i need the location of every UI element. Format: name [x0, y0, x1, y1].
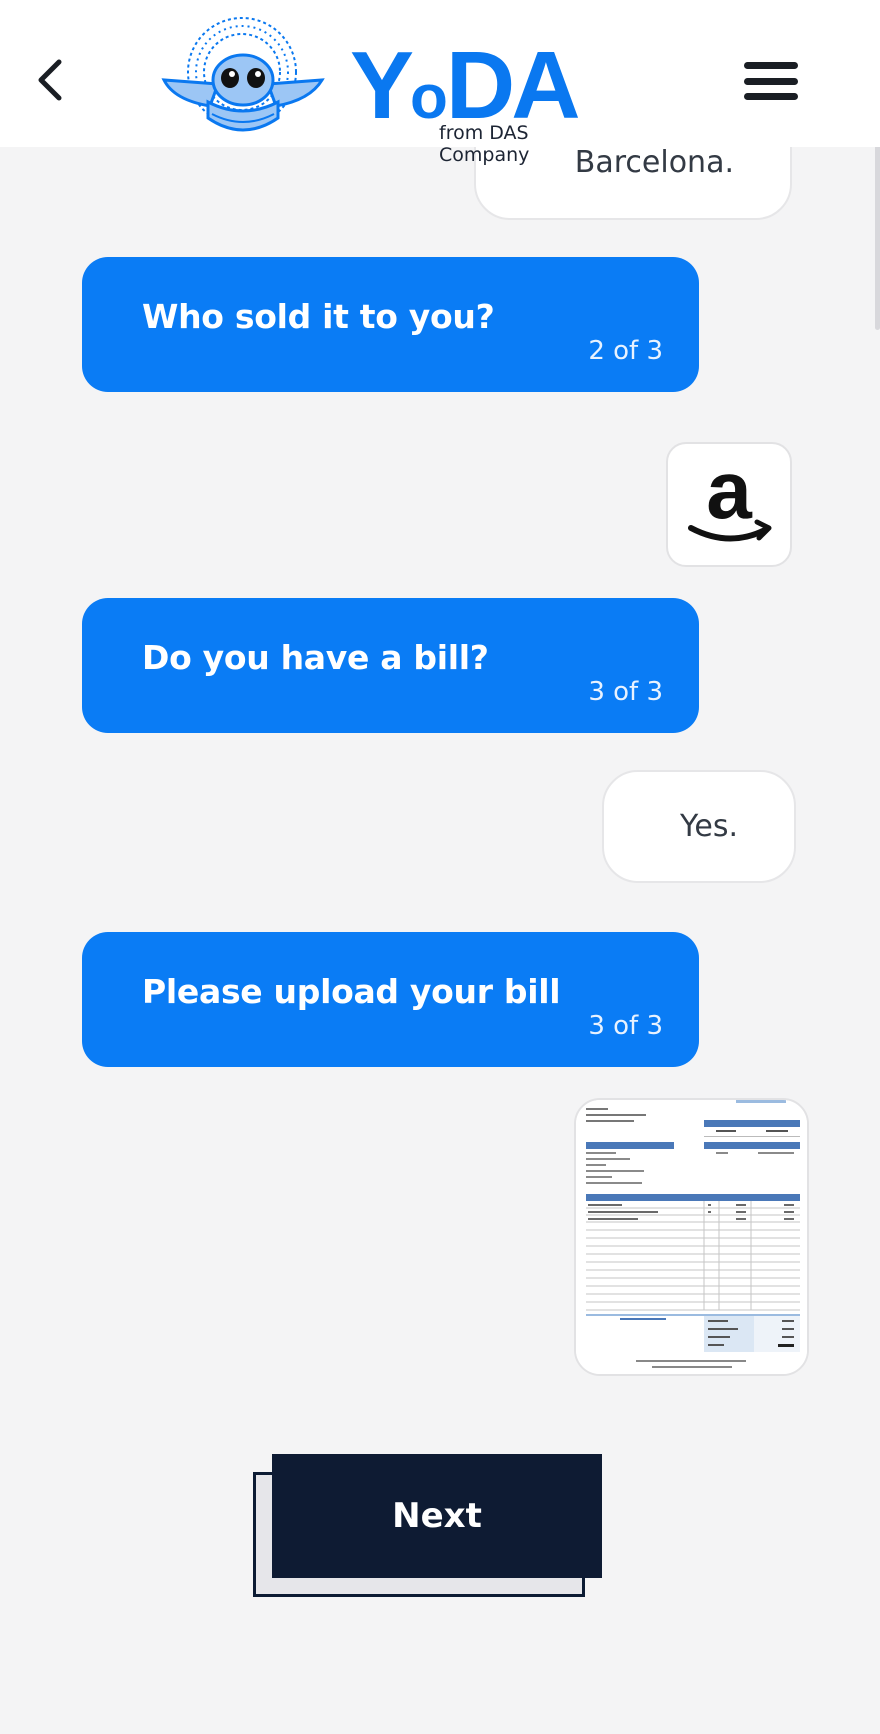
uploaded-bill-thumbnail[interactable]	[574, 1098, 809, 1376]
scrollbar-thumb[interactable]	[875, 130, 880, 330]
bot-message-text: Do you have a bill?	[142, 638, 489, 677]
brand-logo[interactable]: YoDA from DAS Company	[160, 14, 620, 166]
brand-tagline: from DAS Company	[439, 122, 530, 166]
amazon-logo-icon: a	[688, 460, 772, 541]
user-message-text: Yes.	[680, 809, 738, 844]
bot-message: Please upload your bill 3 of 3	[82, 932, 699, 1067]
scrollbar[interactable]	[874, 0, 880, 1734]
app-header: YoDA from DAS Company	[0, 0, 880, 166]
menu-button[interactable]	[744, 62, 798, 100]
svg-text:a: a	[706, 460, 753, 536]
hamburger-menu-icon	[744, 62, 798, 69]
bot-message: Do you have a bill? 3 of 3	[82, 598, 699, 733]
invoice-document-icon	[576, 1100, 807, 1374]
bot-message-text: Please upload your bill	[142, 972, 561, 1011]
bot-message-text: Who sold it to you?	[142, 297, 495, 336]
bot-message: Who sold it to you? 2 of 3	[82, 257, 699, 392]
question-progress: 3 of 3	[588, 677, 663, 707]
user-image-message[interactable]: a	[666, 442, 792, 567]
chevron-left-icon	[38, 59, 62, 101]
user-message: Yes.	[602, 770, 796, 883]
question-progress: 3 of 3	[588, 1011, 663, 1041]
next-button[interactable]: Next	[272, 1454, 602, 1578]
back-button[interactable]	[22, 52, 78, 108]
yoda-mascot-icon	[161, 17, 325, 132]
question-progress: 2 of 3	[588, 336, 663, 366]
